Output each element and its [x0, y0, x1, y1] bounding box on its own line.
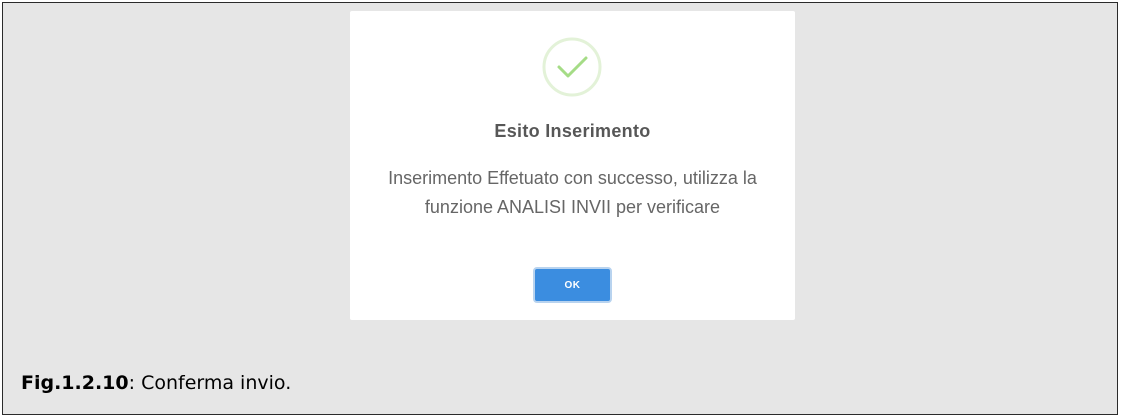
figure-number: Fig.1.2.10 — [21, 372, 129, 394]
dialog-title: Esito Inserimento — [494, 121, 651, 141]
ok-button[interactable]: OK — [533, 267, 612, 303]
dialog-message: Inserimento Effetuato con successo, util… — [388, 168, 757, 217]
result-dialog: Esito Inserimento Inserimento Effetuato … — [350, 11, 795, 320]
figure-frame: Esito Inserimento Inserimento Effetuato … — [2, 2, 1118, 415]
caption-text: : Conferma invio. — [128, 372, 292, 394]
check-circle-icon — [542, 37, 602, 97]
figure-caption: Fig.1.2.10: Conferma invio. — [21, 372, 291, 394]
